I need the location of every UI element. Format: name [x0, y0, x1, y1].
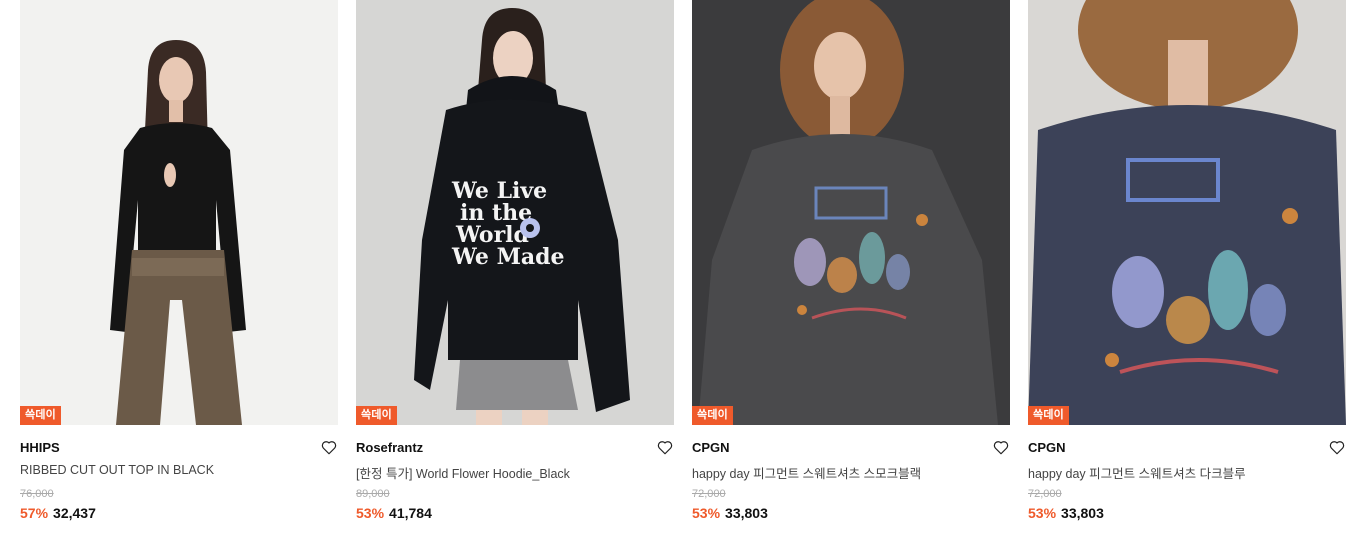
product-photo [20, 0, 338, 425]
product-photo [1028, 0, 1346, 425]
product-card[interactable]: We Live in the World We Made 쓱데이 Rosefra… [356, 0, 674, 534]
product-image[interactable]: 쓱데이 [1028, 0, 1346, 425]
original-price: 72,000 [692, 488, 726, 500]
original-price: 72,000 [1028, 488, 1062, 500]
promo-badge: 쓱데이 [356, 406, 397, 425]
promo-badge: 쓱데이 [1028, 406, 1069, 425]
sale-price: 33,803 [1061, 505, 1104, 521]
product-card[interactable]: 쓱데이 CPGN happy day 피그먼트 스웨트셔츠 다크블루 72,00… [1028, 0, 1346, 534]
product-name[interactable]: [한정 특가] World Flower Hoodie_Black [356, 463, 570, 482]
heart-icon[interactable] [992, 438, 1010, 456]
price-line: 57% 32,437 [20, 505, 96, 521]
print-line: We Made [451, 244, 565, 270]
discount-rate: 53% [1028, 505, 1057, 521]
product-card[interactable]: 쓱데이 CPGN happy day 피그먼트 스웨트셔츠 스모크블랙 72,0… [692, 0, 1010, 534]
promo-badge: 쓱데이 [20, 406, 61, 425]
brand-name[interactable]: CPGN [692, 440, 730, 455]
promo-badge: 쓱데이 [692, 406, 733, 425]
product-image[interactable]: We Live in the World We Made 쓱데이 [356, 0, 674, 425]
product-info: HHIPS RIBBED CUT OUT TOP IN BLACK 76,000… [20, 425, 338, 534]
sale-price: 33,803 [725, 505, 768, 521]
product-info: CPGN happy day 피그먼트 스웨트셔츠 다크블루 72,000 53… [1028, 425, 1346, 534]
brand-name[interactable]: CPGN [1028, 440, 1066, 455]
product-card[interactable]: 쓱데이 HHIPS RIBBED CUT OUT TOP IN BLACK 76… [20, 0, 338, 534]
discount-rate: 57% [20, 505, 49, 521]
discount-rate: 53% [692, 505, 721, 521]
product-name[interactable]: RIBBED CUT OUT TOP IN BLACK [20, 463, 214, 477]
product-info: Rosefrantz [한정 특가] World Flower Hoodie_B… [356, 425, 674, 534]
brand-name[interactable]: Rosefrantz [356, 440, 423, 455]
heart-icon[interactable] [656, 438, 674, 456]
price-line: 53% 41,784 [356, 505, 432, 521]
original-price: 89,000 [356, 488, 390, 500]
product-photo [692, 0, 1010, 425]
product-image[interactable]: 쓱데이 [20, 0, 338, 425]
heart-icon[interactable] [320, 438, 338, 456]
product-grid: 쓱데이 HHIPS RIBBED CUT OUT TOP IN BLACK 76… [0, 0, 1354, 534]
discount-rate: 53% [356, 505, 385, 521]
product-name[interactable]: happy day 피그먼트 스웨트셔츠 다크블루 [1028, 463, 1246, 482]
product-image[interactable]: 쓱데이 [692, 0, 1010, 425]
brand-name[interactable]: HHIPS [20, 440, 60, 455]
price-line: 53% 33,803 [692, 505, 768, 521]
product-name[interactable]: happy day 피그먼트 스웨트셔츠 스모크블랙 [692, 463, 921, 482]
sale-price: 32,437 [53, 505, 96, 521]
sale-price: 41,784 [389, 505, 432, 521]
price-line: 53% 33,803 [1028, 505, 1104, 521]
product-info: CPGN happy day 피그먼트 스웨트셔츠 스모크블랙 72,000 5… [692, 425, 1010, 534]
heart-icon[interactable] [1328, 438, 1346, 456]
product-photo: We Live in the World We Made [356, 0, 674, 425]
original-price: 76,000 [20, 488, 54, 500]
